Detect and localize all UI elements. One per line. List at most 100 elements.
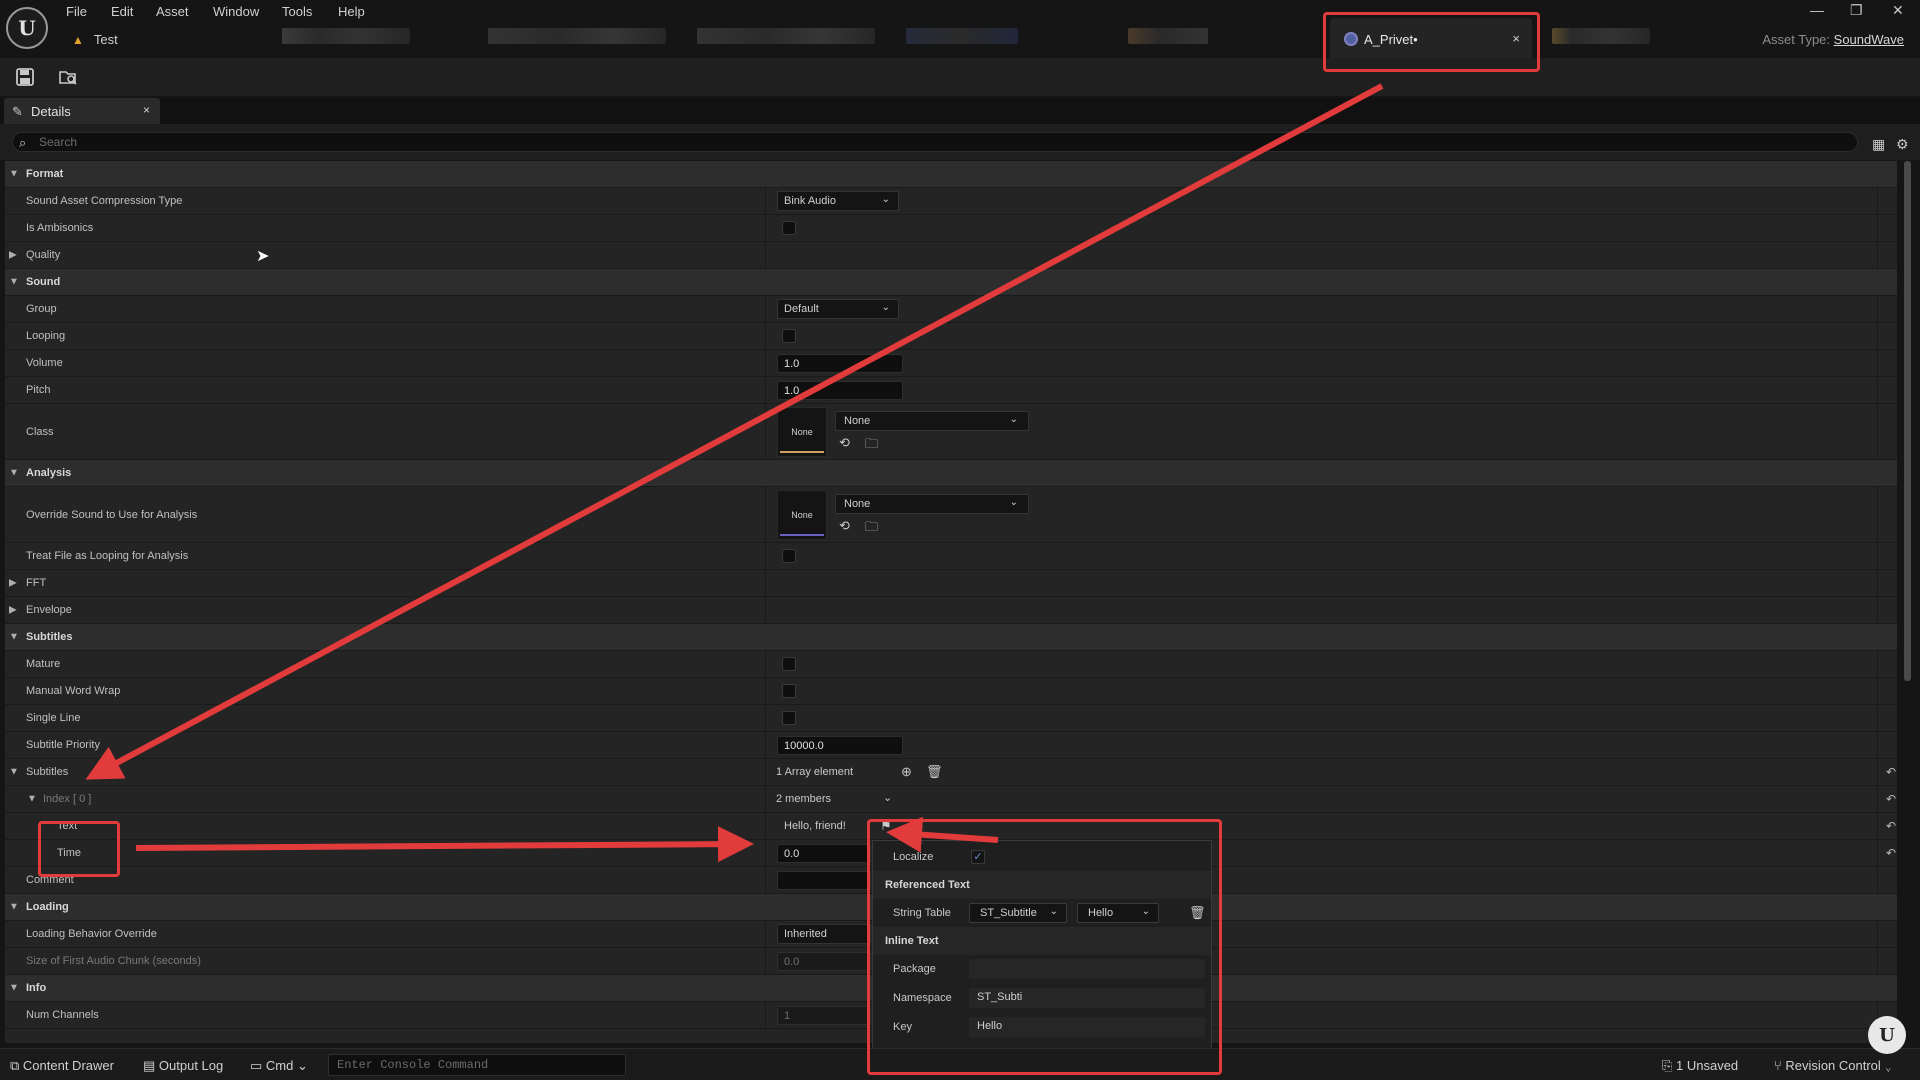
unreal-logo-icon[interactable]: U [6, 7, 48, 49]
asset-type-link[interactable]: SoundWave [1834, 32, 1904, 47]
asset-tab-blurred[interactable] [488, 28, 666, 44]
subtitle-priority-field[interactable]: 10000.0 [777, 736, 903, 755]
use-selected-icon[interactable]: ⟲ [839, 518, 850, 534]
asset-tab-blurred[interactable] [1552, 28, 1650, 44]
property-quality[interactable]: ▶ Quality [5, 242, 1897, 269]
tab-details[interactable]: ✎ Details × [4, 98, 160, 124]
property-fft[interactable]: ▶ FFT [5, 570, 1897, 597]
category-title: Analysis [26, 467, 72, 479]
property-index-0: ▼ Index [ 0 ] 2 members ⌄ ↶ [5, 786, 1897, 813]
unsaved-button[interactable]: ⎘ 1 Unsaved [1662, 1058, 1738, 1074]
mature-checkbox[interactable] [782, 657, 796, 671]
console-icon: ▭ [250, 1058, 266, 1073]
gear-icon[interactable]: ⚙ [1896, 136, 1909, 153]
reset-to-default-icon[interactable]: ↶ [1886, 792, 1896, 806]
property-compression-type: Sound Asset Compression Type Bink Audio ⌄ [5, 188, 1897, 215]
volume-field[interactable]: 1.0 [777, 354, 903, 373]
asset-tab-blurred[interactable] [906, 28, 1018, 44]
menu-tools[interactable]: Tools [282, 4, 312, 19]
category-analysis[interactable]: ▼ Analysis [5, 460, 1897, 487]
expand-arrow-icon[interactable]: ▶ [9, 605, 17, 616]
content-drawer-icon: ⧉ [10, 1058, 23, 1073]
word-wrap-checkbox[interactable] [782, 684, 796, 698]
treat-looping-checkbox[interactable] [782, 549, 796, 563]
menu-window[interactable]: Window [213, 4, 259, 19]
group-combo[interactable]: Default ⌄ [777, 299, 899, 319]
looping-checkbox[interactable] [782, 329, 796, 343]
override-asset-picker[interactable]: None ⌄ [835, 494, 1029, 514]
menu-help[interactable]: Help [338, 4, 365, 19]
window-close-icon[interactable]: ✕ [1892, 2, 1904, 19]
expand-arrow-icon[interactable]: ▶ [9, 578, 17, 589]
pitch-field[interactable]: 1.0 [777, 381, 903, 400]
category-format[interactable]: ▼ Format [5, 161, 1897, 188]
property-label: Group [26, 303, 57, 315]
loading-behavior-combo[interactable]: Inherited [777, 924, 871, 944]
content-drawer-button[interactable]: ⧉ Content Drawer [10, 1058, 114, 1074]
chevron-down-icon[interactable]: ⌄ [883, 791, 892, 804]
reset-to-default-icon[interactable]: ↶ [1886, 819, 1896, 833]
property-subtitles-array: ▼ Subtitles 1 Array element ⊕ 🗑 ↶ [5, 759, 1897, 786]
output-log-button[interactable]: ▤ Output Log [143, 1058, 223, 1074]
project-label: ▲ Test [72, 32, 118, 47]
class-thumbnail[interactable]: None [777, 407, 827, 457]
browse-to-asset-icon[interactable] [58, 67, 78, 87]
revision-control-button[interactable]: ⑂ Revision Control ⌄ [1774, 1058, 1892, 1073]
unreal-corner-logo-icon: U [1868, 1016, 1906, 1054]
collapse-arrow-icon[interactable]: ▼ [9, 983, 19, 994]
search-box[interactable]: ⌕ [12, 132, 1858, 152]
property-label: Pitch [26, 384, 51, 396]
asset-tab-blurred[interactable] [282, 28, 410, 44]
asset-tab-blurred[interactable] [697, 28, 875, 44]
property-label: Envelope [26, 604, 72, 616]
collapse-arrow-icon[interactable]: ▼ [9, 468, 19, 479]
property-envelope[interactable]: ▶ Envelope [5, 597, 1897, 624]
comment-field[interactable] [777, 871, 871, 890]
menu-edit[interactable]: Edit [111, 4, 133, 19]
reset-to-default-icon[interactable]: ↶ [1886, 765, 1896, 779]
compression-type-combo[interactable]: Bink Audio ⌄ [777, 191, 899, 211]
category-subtitles[interactable]: ▼ Subtitles [5, 624, 1897, 651]
pencil-icon: ✎ [12, 104, 23, 119]
property-label: Volume [26, 357, 63, 369]
collapse-arrow-icon[interactable]: ▼ [9, 632, 19, 643]
collapse-arrow-icon[interactable]: ▼ [9, 767, 19, 778]
trash-icon[interactable]: 🗑 [926, 764, 943, 780]
category-sound[interactable]: ▼ Sound [5, 269, 1897, 296]
collapse-arrow-icon[interactable]: ▼ [9, 277, 19, 288]
close-icon[interactable]: × [143, 103, 150, 117]
is-ambisonics-checkbox[interactable] [782, 221, 796, 235]
restore-icon[interactable]: ❐ [1850, 2, 1863, 19]
menu-file[interactable]: File [66, 4, 87, 19]
collapse-arrow-icon[interactable]: ▼ [27, 794, 37, 805]
asset-tab-blurred[interactable] [1128, 28, 1208, 44]
search-input[interactable] [39, 134, 1839, 150]
property-label: Size of First Audio Chunk (seconds) [26, 955, 201, 967]
property-subtitle-priority: Subtitle Priority 10000.0 [5, 732, 1897, 759]
minimize-icon[interactable]: — [1810, 2, 1824, 18]
property-label: Loading Behavior Override [26, 928, 157, 940]
menu-asset[interactable]: Asset [156, 4, 189, 19]
browse-asset-icon[interactable]: 🗀 [865, 435, 878, 457]
console-input[interactable] [329, 1055, 625, 1075]
add-element-icon[interactable]: ⊕ [901, 764, 912, 780]
scrollbar[interactable] [1904, 161, 1911, 681]
collapse-arrow-icon[interactable]: ▼ [9, 902, 19, 913]
table-view-icon[interactable]: ▦ [1872, 136, 1885, 153]
browse-asset-icon[interactable]: 🗀 [865, 518, 878, 540]
use-selected-icon[interactable]: ⟲ [839, 435, 850, 451]
override-thumbnail[interactable]: None [777, 490, 827, 540]
collapse-arrow-icon[interactable]: ▼ [9, 169, 19, 180]
console-input-box[interactable] [328, 1054, 626, 1076]
expand-arrow-icon[interactable]: ▶ [9, 250, 17, 261]
class-asset-picker[interactable]: None ⌄ [835, 411, 1029, 431]
array-count: 1 Array element [776, 766, 854, 778]
subtitle-time-field[interactable]: 0.0 [777, 844, 871, 863]
reset-to-default-icon[interactable]: ↶ [1886, 846, 1896, 860]
subtitle-text-field[interactable]: Hello, friend! [784, 820, 846, 832]
property-label: Manual Word Wrap [26, 685, 121, 697]
single-line-checkbox[interactable] [782, 711, 796, 725]
chevron-down-icon: ⌄ [293, 1058, 308, 1073]
save-icon[interactable] [15, 67, 35, 87]
cmd-dropdown[interactable]: ▭ Cmd ⌄ [250, 1058, 308, 1074]
